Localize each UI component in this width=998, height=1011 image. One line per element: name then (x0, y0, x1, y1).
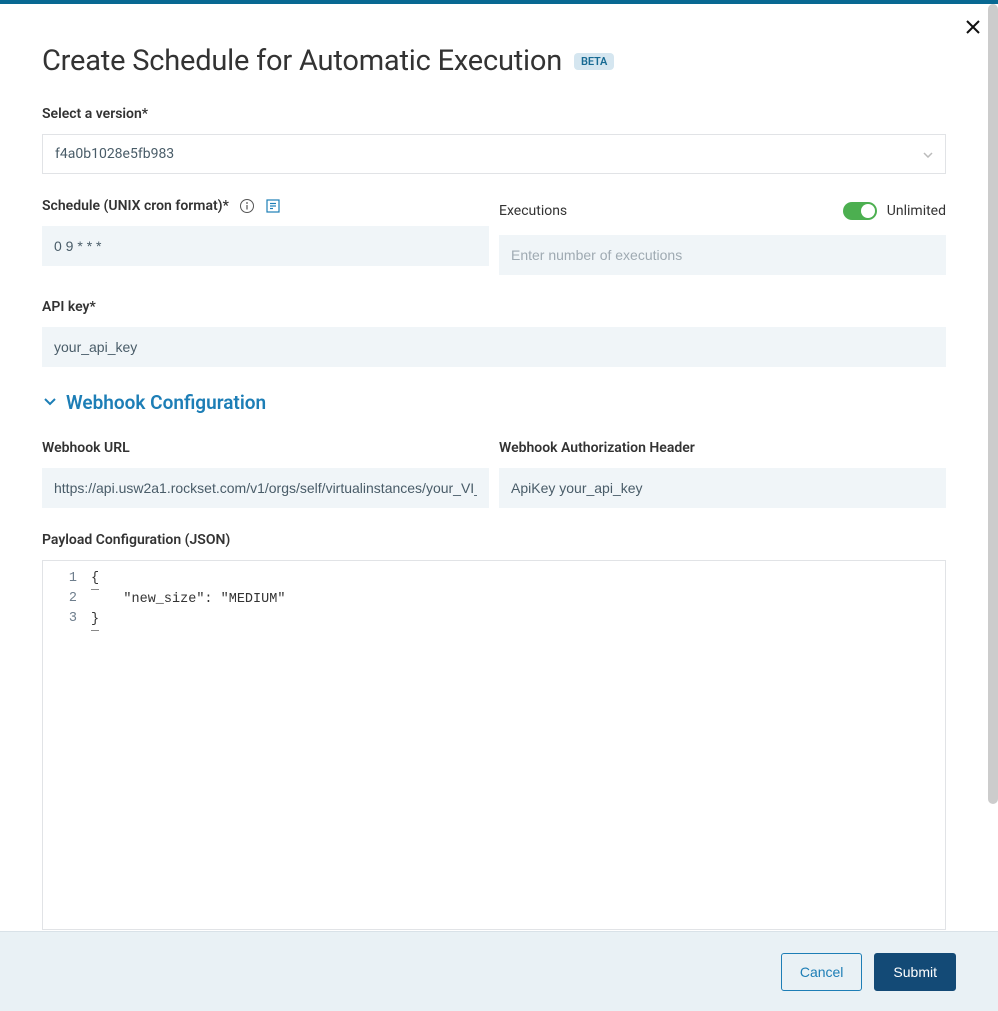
unlimited-toggle[interactable] (843, 202, 877, 220)
chevron-down-icon (923, 146, 933, 162)
payload-editor[interactable]: 1 2 3 { "new_size": "MEDIUM" } (42, 560, 946, 930)
apikey-label: API key* (42, 299, 946, 315)
cancel-button[interactable]: Cancel (781, 953, 863, 991)
close-icon (965, 19, 981, 35)
webhook-config-toggle[interactable]: Webhook Configuration (42, 391, 946, 414)
submit-button[interactable]: Submit (874, 953, 956, 991)
code-body[interactable]: { "new_size": "MEDIUM" } (85, 561, 291, 929)
info-icon[interactable] (239, 198, 255, 214)
webhook-config-title: Webhook Configuration (66, 391, 266, 414)
code-line: } (91, 610, 99, 631)
webhook-url-label: Webhook URL (42, 440, 489, 456)
schedule-label-text: Schedule (UNIX cron format)* (42, 198, 229, 214)
page-title-text: Create Schedule for Automatic Execution (42, 44, 562, 78)
note-icon[interactable] (265, 198, 281, 214)
webhook-auth-label: Webhook Authorization Header (499, 440, 946, 456)
line-number: 2 (43, 589, 85, 609)
close-button[interactable] (961, 15, 985, 39)
dialog-footer: Cancel Submit (0, 931, 998, 1011)
code-gutter: 1 2 3 (43, 561, 85, 929)
apikey-input[interactable] (42, 327, 946, 367)
code-line: { (91, 569, 99, 590)
webhook-auth-input[interactable] (499, 468, 946, 508)
executions-input[interactable] (499, 235, 946, 275)
code-line: "new_size": "MEDIUM" (91, 592, 285, 607)
schedule-input[interactable] (42, 226, 489, 266)
line-number: 3 (43, 609, 85, 629)
scrollbar-track (988, 4, 998, 1011)
schedule-label: Schedule (UNIX cron format)* (42, 198, 489, 214)
executions-label: Executions (499, 203, 567, 219)
page-title: Create Schedule for Automatic Execution … (42, 44, 946, 78)
version-label: Select a version* (42, 106, 946, 122)
version-select[interactable]: f4a0b1028e5fb983 (42, 134, 946, 174)
webhook-url-input[interactable] (42, 468, 489, 508)
payload-label: Payload Configuration (JSON) (42, 532, 946, 548)
unlimited-toggle-label: Unlimited (887, 203, 946, 219)
beta-badge: BETA (574, 53, 614, 70)
chevron-down-icon (42, 391, 58, 414)
version-select-value: f4a0b1028e5fb983 (55, 146, 174, 162)
scrollbar-thumb[interactable] (988, 4, 998, 804)
line-number: 1 (43, 569, 85, 589)
